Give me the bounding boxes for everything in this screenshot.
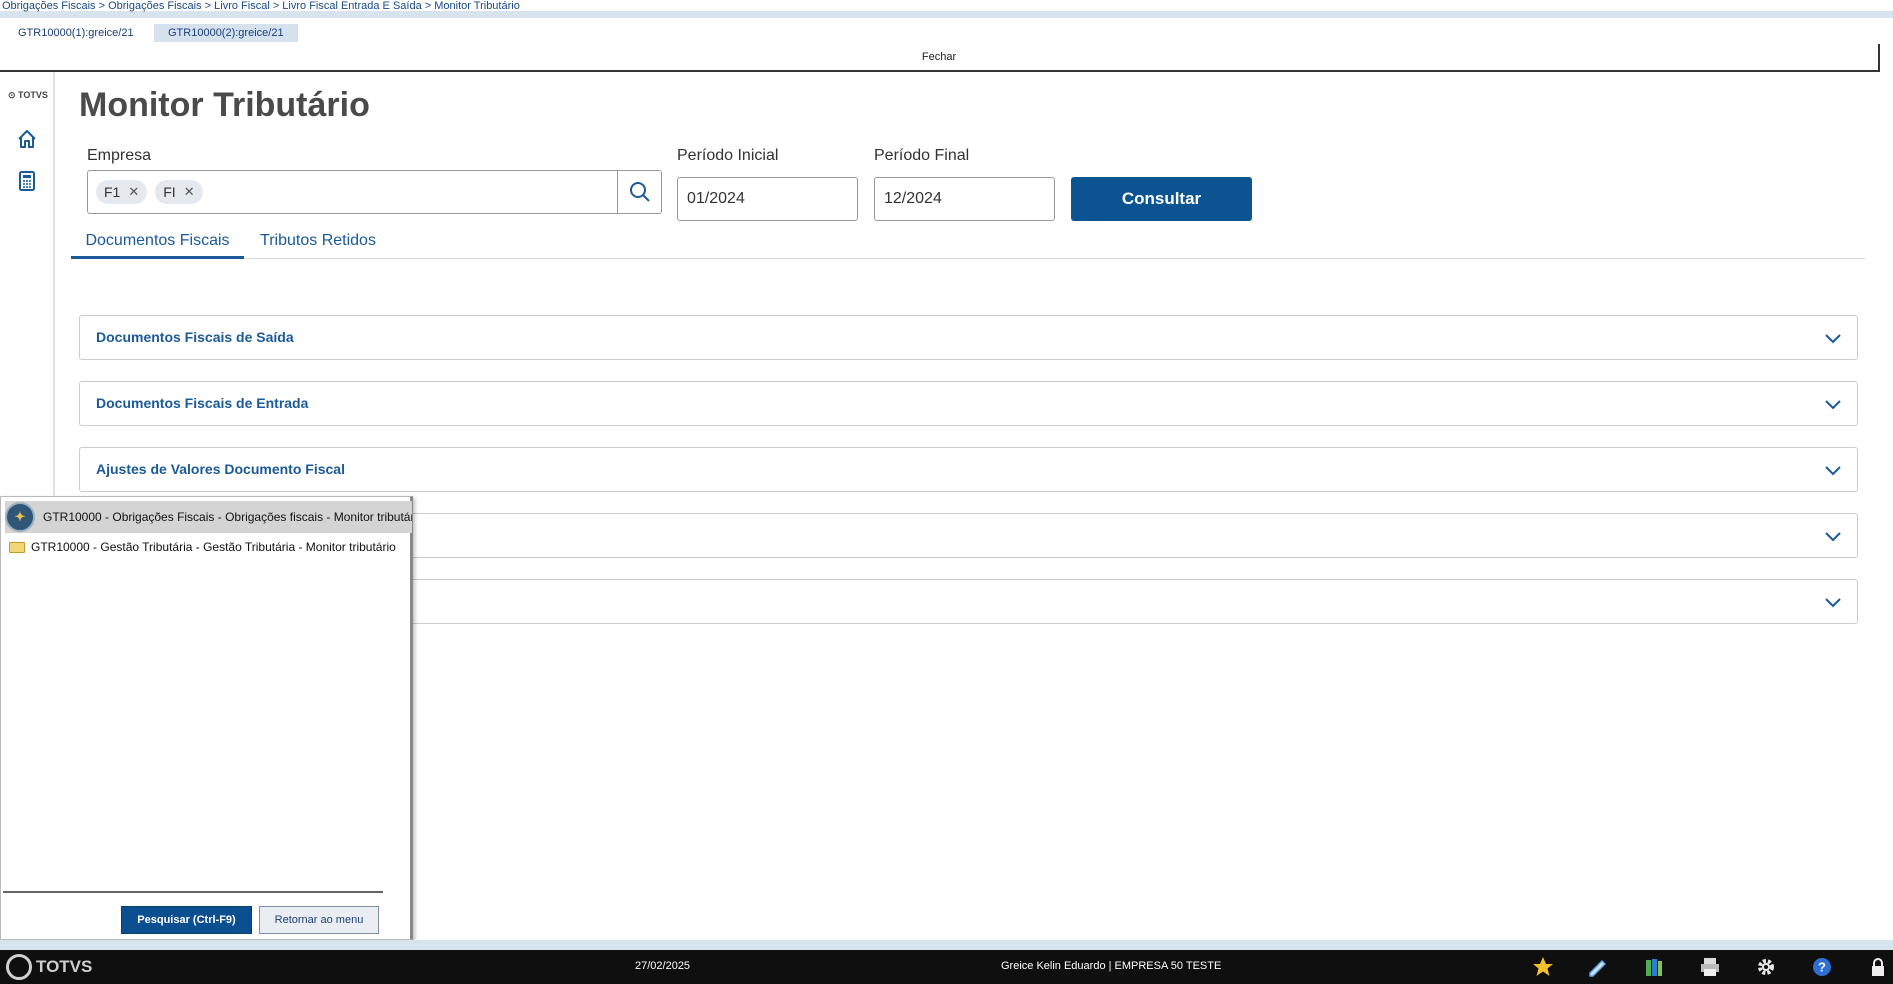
totvs-logo-text: TOTVS (36, 957, 93, 976)
empresa-label: Empresa (87, 147, 152, 164)
sidebar-logo-text: TOTVS (18, 90, 48, 100)
chevron-down-icon (1825, 466, 1841, 476)
calculator-icon[interactable] (16, 170, 38, 192)
printer-icon[interactable] (1699, 956, 1721, 978)
search-icon (629, 182, 650, 202)
user-label: Greice Kelin Eduardo | EMPRESA 50 TESTE (1001, 960, 1222, 972)
window-tabs-bar: GTR10000(1):greice/21 GTR10000(2):greice… (0, 18, 1893, 44)
accordion-title: Ajustes de Valores Documento Fiscal (96, 461, 345, 477)
accordion-saida[interactable]: Documentos Fiscais de Saída (79, 315, 1858, 360)
lock-icon[interactable] (1867, 956, 1889, 978)
periodo-inicial-label: Período Inicial (677, 147, 779, 164)
window-tab-2[interactable]: GTR10000(2):greice/21 (154, 24, 298, 42)
remove-chip-icon[interactable]: ✕ (184, 184, 195, 200)
pesquisar-button[interactable]: Pesquisar (Ctrl-F9) (121, 906, 252, 934)
page-title: Monitor Tributário (79, 86, 370, 124)
list-item-label: GTR10000 - Obrigações Fiscais - Obrigaçõ… (43, 510, 412, 524)
chevron-down-icon (1825, 532, 1841, 542)
accordion-entrada[interactable]: Documentos Fiscais de Entrada (79, 381, 1858, 426)
home-icon[interactable] (16, 128, 38, 150)
star-icon[interactable] (1532, 956, 1554, 978)
folder-icon (9, 541, 25, 553)
periodo-inicial-input[interactable]: 01/2024 (677, 177, 858, 221)
svg-text:?: ? (1818, 960, 1826, 975)
accordion-title: Documentos Fiscais de Entrada (96, 395, 309, 411)
retornar-button[interactable]: Retornar ao menu (259, 906, 379, 934)
accordion-ajustes[interactable]: Ajustes de Valores Documento Fiscal (79, 447, 1858, 492)
close-bar[interactable]: Fechar (0, 44, 1880, 72)
empresa-field[interactable]: F1 ✕ FI ✕ (87, 170, 662, 214)
periodo-final-input[interactable]: 12/2024 (874, 177, 1055, 221)
chevron-down-icon (1825, 334, 1841, 344)
window-tab-1[interactable]: GTR10000(1):greice/21 (4, 24, 148, 42)
empresa-chip-2: FI ✕ (155, 180, 203, 204)
help-icon[interactable]: ? (1811, 956, 1833, 978)
remove-chip-icon[interactable]: ✕ (128, 184, 139, 200)
list-item[interactable]: GTR10000 - Gestão Tributária - Gestão Tr… (9, 537, 396, 557)
date-label: 27/02/2025 (635, 960, 691, 972)
breadcrumb: Obrigações Fiscais > Obrigações Fiscais … (0, 0, 1893, 18)
tab-documentos-fiscais[interactable]: Documentos Fiscais (71, 222, 244, 259)
chevron-down-icon (1825, 400, 1841, 410)
totvs-ring-icon (6, 954, 32, 980)
gear-icon[interactable] (1755, 956, 1777, 978)
chip-label: F1 (104, 184, 121, 200)
search-button[interactable] (617, 171, 661, 213)
bottom-strip (0, 940, 1893, 950)
pen-icon[interactable] (1587, 956, 1609, 978)
periodo-final-label: Período Final (874, 147, 970, 164)
seal-icon: ✦ (5, 502, 35, 532)
search-results-popup: ✦ GTR10000 - Obrigações Fiscais - Obriga… (0, 496, 413, 940)
taskbar: TOTVS 27/02/2025 Greice Kelin Eduardo | … (0, 950, 1893, 984)
empresa-chip-1: F1 ✕ (96, 180, 148, 204)
list-item[interactable]: ✦ GTR10000 - Obrigações Fiscais - Obriga… (5, 501, 412, 533)
sidebar-logo: ⊙ TOTVS (8, 90, 48, 100)
accordion-title: Documentos Fiscais de Saída (96, 329, 294, 345)
tab-tributos-retidos[interactable]: Tributos Retidos (253, 222, 383, 259)
consultar-button[interactable]: Consultar (1071, 177, 1252, 221)
tabs-bar: Documentos Fiscais Tributos Retidos (71, 222, 1865, 259)
divider (3, 891, 383, 893)
totvs-logo[interactable]: TOTVS (6, 954, 92, 980)
books-icon[interactable] (1643, 956, 1665, 978)
chevron-down-icon (1825, 598, 1841, 608)
chip-label: FI (163, 184, 176, 200)
list-item-label: GTR10000 - Gestão Tributária - Gestão Tr… (31, 540, 396, 554)
